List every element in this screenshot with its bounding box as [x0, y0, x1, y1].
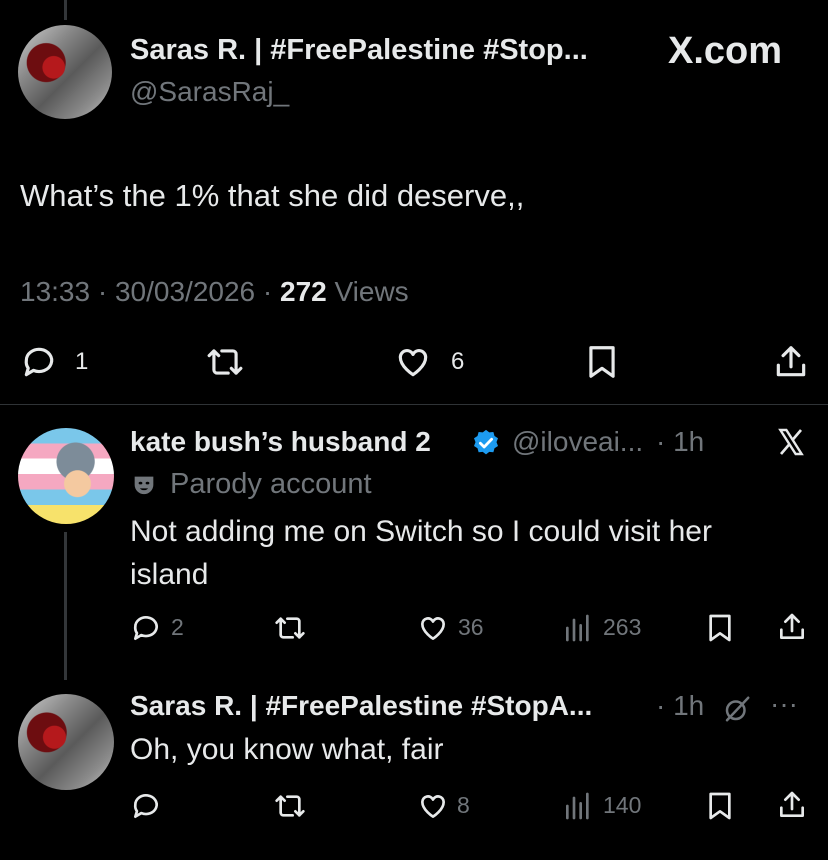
watermark: X.com — [668, 30, 782, 73]
parody-mask-icon — [134, 476, 154, 495]
x-logo-icon — [778, 428, 804, 456]
tweet-text: What’s the 1% that she did deserve,, — [20, 178, 525, 213]
author-handle[interactable]: @SarasRaj_ — [130, 76, 289, 108]
avatar[interactable] — [18, 428, 114, 524]
share-icon[interactable] — [776, 788, 808, 822]
meta-separator: · — [97, 276, 108, 307]
like-icon[interactable] — [416, 612, 450, 644]
views-icon[interactable] — [562, 612, 594, 644]
reply-icon[interactable] — [130, 790, 162, 822]
meta-separator-2: · — [262, 276, 273, 307]
reply-icon[interactable] — [20, 343, 58, 381]
reply-icon[interactable] — [130, 612, 162, 644]
bookmark-icon[interactable] — [704, 612, 736, 644]
avatar[interactable] — [18, 694, 114, 790]
author-handle[interactable]: @iloveai... — [512, 426, 643, 458]
retweet-icon[interactable] — [204, 343, 246, 381]
thread-line-reply — [64, 532, 67, 680]
views-icon[interactable] — [562, 790, 594, 822]
author-name[interactable]: Saras R. | #FreePalestine #Stop... — [130, 34, 588, 67]
parody-label: Parody account — [170, 468, 372, 500]
retweet-icon[interactable] — [272, 790, 308, 822]
views-count: 263 — [603, 614, 642, 640]
watermark-text: X.com — [668, 30, 783, 72]
bookmark-icon[interactable] — [704, 790, 736, 822]
avatar[interactable] — [18, 25, 112, 119]
thread-line-top — [64, 0, 67, 20]
tweet-time[interactable]: · 1h — [656, 426, 704, 458]
divider — [0, 404, 828, 405]
retweet-icon[interactable] — [272, 612, 308, 644]
tweet-time[interactable]: 13:33 — [20, 276, 90, 307]
like-count: 36 — [458, 614, 484, 640]
like-icon[interactable] — [393, 343, 433, 381]
views-count: 140 — [603, 792, 642, 818]
like-icon[interactable] — [416, 790, 450, 822]
tweet-date[interactable]: 30/03/2026 — [115, 276, 255, 307]
reply-count: 2 — [171, 614, 184, 640]
bookmark-icon[interactable] — [583, 343, 621, 381]
views-count: 272 — [280, 276, 327, 307]
tweet-text: Oh, you know what, fair — [130, 733, 444, 766]
tweet-time[interactable]: · 1h — [656, 690, 704, 722]
tweet-text: Not adding me on Switch so I could visit… — [130, 515, 712, 591]
reply-count: 1 — [75, 348, 89, 375]
views-label: Views — [334, 276, 409, 307]
share-icon[interactable] — [776, 610, 808, 644]
like-count: 8 — [457, 792, 470, 818]
author-name[interactable]: Saras R. | #FreePalestine #StopA... — [130, 690, 592, 722]
verified-badge-icon — [474, 429, 498, 455]
like-count: 6 — [451, 348, 465, 375]
more-options-button[interactable]: ··· — [770, 688, 798, 720]
grok-icon[interactable] — [722, 694, 752, 724]
tweet-meta: 13:33 · 30/03/2026 · 272 Views — [20, 276, 409, 308]
share-icon[interactable] — [772, 342, 810, 382]
author-name[interactable]: kate bush’s husband 2 — [130, 426, 431, 458]
